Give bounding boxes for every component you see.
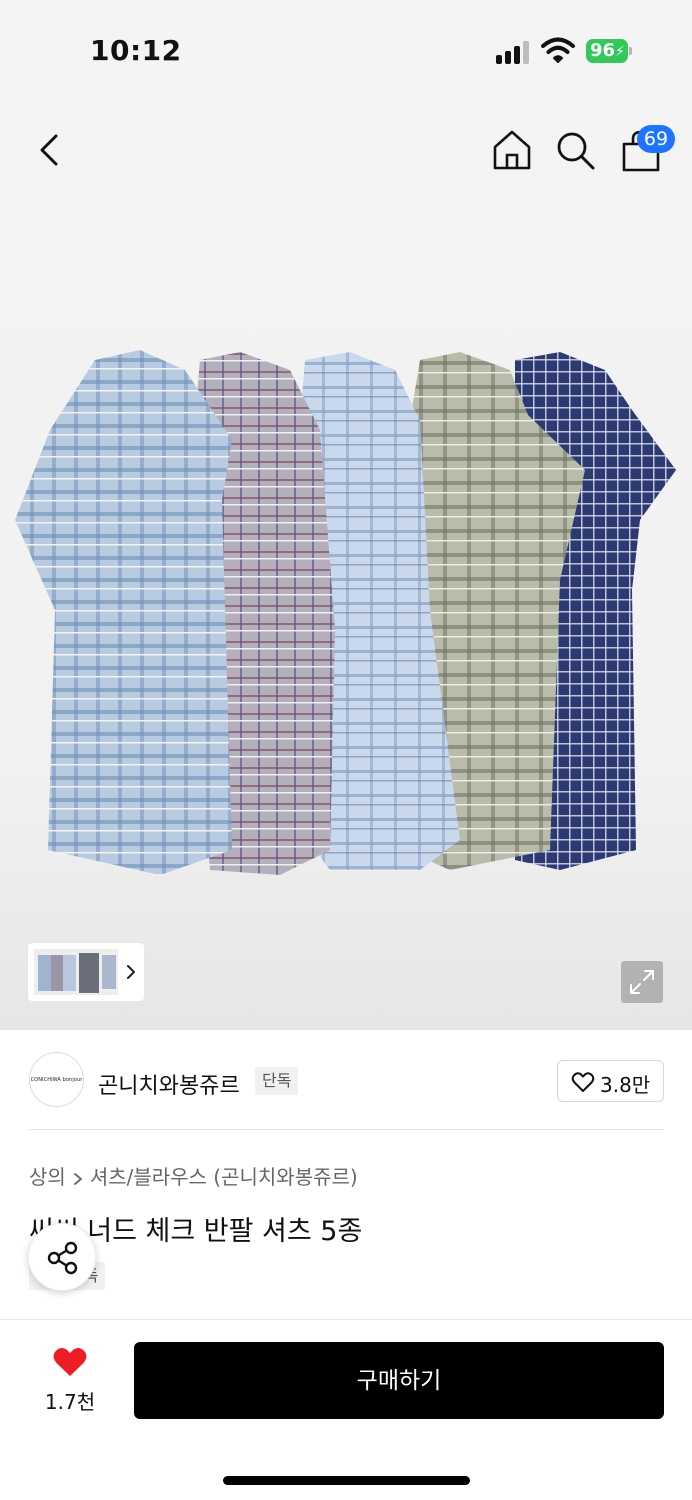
battery-icon: 96⚡: [586, 39, 632, 63]
product-image[interactable]: [0, 330, 692, 910]
search-icon[interactable]: [553, 128, 597, 172]
product-gallery: 10:12 96⚡ 69: [0, 0, 692, 1030]
gallery-thumbnail[interactable]: [28, 943, 144, 1001]
brand-exclusive-badge: 단독: [255, 1067, 299, 1095]
status-bar: 10:12 96⚡: [0, 0, 692, 100]
back-icon[interactable]: [30, 128, 70, 172]
shirt-blue: [15, 350, 232, 875]
heart-filled-icon[interactable]: [52, 1346, 88, 1378]
buy-button[interactable]: 구매하기: [134, 1342, 664, 1419]
brand-like-button[interactable]: 3.8만: [557, 1060, 664, 1102]
thumbnail-image: [34, 949, 118, 995]
wifi-icon: [541, 37, 575, 63]
signal-icon: [496, 40, 532, 64]
wish-count: 1.7천: [44, 1390, 96, 1414]
chevron-right-icon: [127, 965, 135, 979]
brand-logo[interactable]: CONICHIWA bonjour: [29, 1052, 84, 1107]
bottom-bar-divider: [0, 1319, 692, 1320]
home-icon[interactable]: [490, 128, 534, 172]
cart-badge: 69: [637, 125, 675, 153]
breadcrumb-category[interactable]: 상의: [29, 1165, 66, 1189]
brand-logo-text: CONICHIWA bonjour: [30, 1076, 83, 1083]
battery-level: 96: [590, 40, 616, 61]
brand-row: CONICHIWA bonjour 곤니치와봉쥬르 단독 3.8만: [0, 1030, 692, 1130]
home-indicator[interactable]: [223, 1476, 470, 1485]
divider: [28, 1129, 664, 1130]
chevron-right-icon: [73, 1172, 82, 1185]
heart-outline-icon: [571, 1072, 595, 1092]
breadcrumb: 상의 셔츠/블라우스 (곤니치와봉쥬르): [29, 1161, 358, 1190]
brand-name[interactable]: 곤니치와봉쥬르: [98, 1068, 240, 1100]
share-icon: [47, 1241, 78, 1275]
brand-like-count: 3.8만: [600, 1073, 651, 1097]
status-time: 10:12: [90, 34, 182, 67]
breadcrumb-subcategory[interactable]: 셔츠/블라우스 (곤니치와봉쥬르): [90, 1165, 358, 1189]
share-button[interactable]: [28, 1223, 96, 1291]
expand-icon[interactable]: [621, 961, 663, 1003]
